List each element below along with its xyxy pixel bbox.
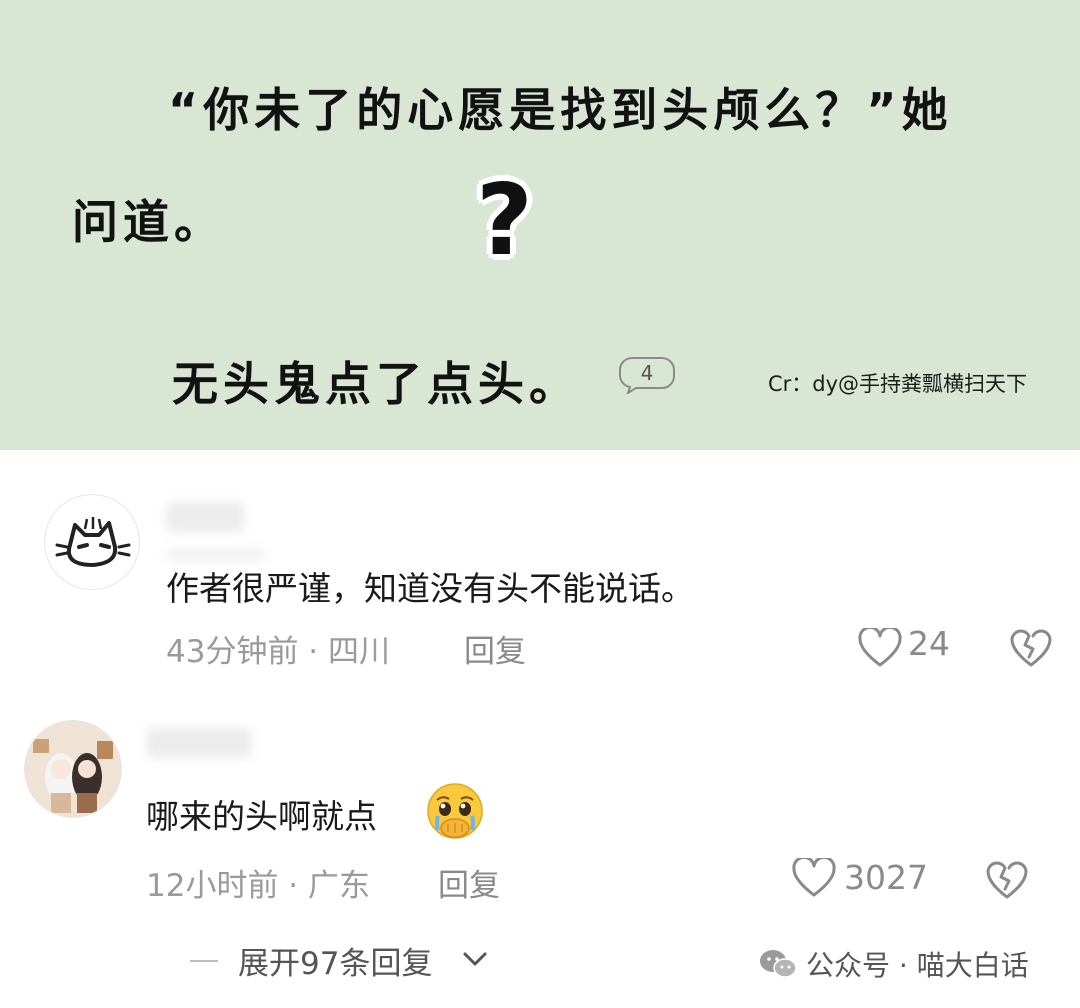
comment-text: 作者很严谨，知道没有头不能说话。 <box>166 569 694 608</box>
heart-icon[interactable] <box>792 858 836 898</box>
like-count: 3027 <box>844 858 928 897</box>
story-image-panel: “你未了的心愿是找到头颅么？”她 问道。 ? 无头鬼点了点头。 4 Cr：dy@… <box>0 0 1080 450</box>
comment-text: 哪来的头啊就点 <box>146 797 377 836</box>
story-line-2: 问道。 <box>72 195 225 249</box>
comment-bubble-count: 4 <box>640 361 654 385</box>
cat-doodle-icon <box>55 517 131 567</box>
question-mark-icon: ? <box>476 164 533 278</box>
reply-button[interactable]: 回复 <box>464 626 526 671</box>
broken-heart-icon[interactable] <box>986 860 1028 900</box>
username-blurred[interactable] <box>146 728 252 758</box>
pleading-face-emoji-icon <box>427 783 483 839</box>
watermark-text: 公众号 · 喵大白话 <box>806 949 1029 982</box>
wechat-icon <box>760 950 797 978</box>
broken-heart-icon[interactable] <box>1010 628 1052 668</box>
comment-time-location: 43分钟前 · 四川 <box>166 634 391 670</box>
chevron-down-icon[interactable] <box>462 950 488 968</box>
username-blurred[interactable] <box>166 502 244 532</box>
like-count: 24 <box>908 624 950 663</box>
expand-divider <box>190 960 218 962</box>
user-subtitle-blurred <box>166 548 266 562</box>
comment-time-location: 12小时前 · 广东 <box>146 868 371 904</box>
reply-button[interactable]: 回复 <box>438 860 500 905</box>
avatar[interactable] <box>44 494 140 590</box>
story-line-1: “你未了的心愿是找到头颅么？”她 <box>168 83 953 137</box>
story-line-3: 无头鬼点了点头。 <box>172 357 580 411</box>
anime-characters-avatar <box>25 721 121 817</box>
avatar[interactable] <box>24 720 122 818</box>
expand-replies-button[interactable]: 展开97条回复 <box>238 938 432 983</box>
heart-icon[interactable] <box>858 628 902 668</box>
image-credit: Cr：dy@手持粪瓢横扫天下 <box>768 372 1028 396</box>
